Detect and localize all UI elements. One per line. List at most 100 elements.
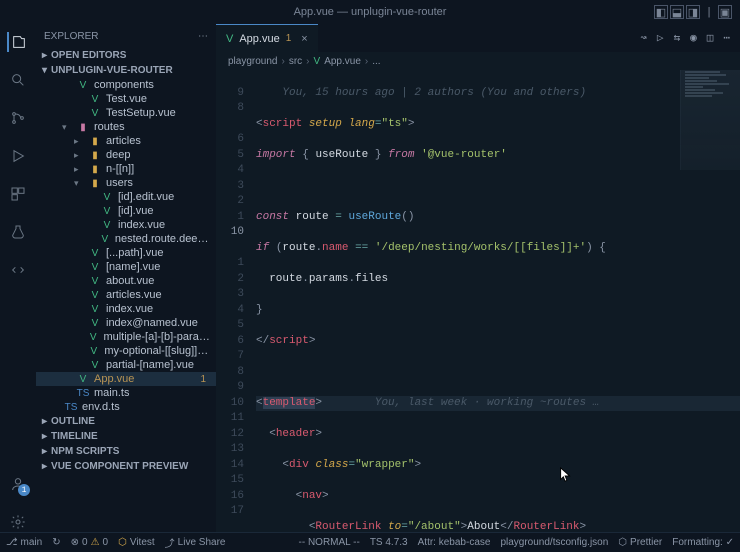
crumb-file[interactable]: App.vue [324,56,361,67]
run-debug-icon[interactable] [8,146,28,166]
explorer-icon[interactable] [7,32,27,52]
remote-icon[interactable] [8,260,28,280]
panel-left-icon[interactable]: ◧ [654,5,668,19]
tsconfig[interactable]: playground/tsconfig.json [500,537,608,548]
tree-item-index-vue[interactable]: Vindex.vue [36,302,216,316]
vue-icon: V [314,56,321,67]
vue-icon: V [99,234,111,245]
problems[interactable]: ⊗0 ⚠0 [71,537,108,548]
code-editor[interactable]: 98654321101234567891011121314151617 You,… [216,70,740,532]
status-bar: ⎇main ↻ ⊗0 ⚠0 ⬡Vitest ⤴Live Share -- NOR… [0,532,740,552]
tab-name: App.vue [239,33,279,45]
ts-icon: TS [76,388,90,399]
live-share[interactable]: ⤴Live Share [165,535,226,550]
compare-icon[interactable]: ⇆ [674,31,681,45]
tree-item-label: [id].edit.vue [118,191,174,203]
tree-item-articles[interactable]: ▸▮articles [36,134,216,148]
sidebar-title: EXPLORER [44,31,98,42]
panel-full-icon[interactable]: ▣ [718,5,732,19]
crumb-more[interactable]: ... [372,56,380,67]
vue-icon: V [87,346,100,357]
git-branch[interactable]: ⎇main [6,537,42,548]
folder-icon: ▮ [88,178,102,189]
tree-item-test-vue[interactable]: VTest.vue [36,92,216,106]
vue-icon: V [100,220,114,231]
tree-item-label: App.vue [94,373,134,385]
tree-item--name--vue[interactable]: V[name].vue [36,260,216,274]
crumb-playground[interactable]: playground [228,56,277,67]
vue-preview-icon[interactable]: ◉ [690,31,697,45]
crumb-src[interactable]: src [289,56,302,67]
tree-item-partial--name--vue[interactable]: Vpartial-[name].vue [36,358,216,372]
vue-icon: V [76,374,90,385]
attr-mode[interactable]: Attr: kebab-case [418,537,491,548]
root-folder-section[interactable]: ▾UNPLUGIN-VUE-ROUTER [36,63,216,78]
tree-item-testsetup-vue[interactable]: VTestSetup.vue [36,106,216,120]
tree-item-n---n--[interactable]: ▸▮n-[[n]] [36,162,216,176]
search-icon[interactable] [8,70,28,90]
tree-item-index-vue[interactable]: Vindex.vue [36,218,216,232]
close-tab-icon[interactable]: × [301,33,307,45]
tree-item-env-d-ts[interactable]: TSenv.d.ts [36,400,216,414]
chevron-icon: ▸ [74,150,84,161]
breadcrumb[interactable]: playground› src› V App.vue› ... [216,52,740,70]
tree-item-multiple--a---b--params---[interactable]: Vmultiple-[a]-[b]-params... [36,330,216,344]
tree-item-----path--vue[interactable]: V[...path].vue [36,246,216,260]
go-forward-icon[interactable]: ↝ [640,31,647,45]
tree-item-my-optional---slug---vue[interactable]: Vmy-optional-[[slug]].vue [36,344,216,358]
tree-item-routes[interactable]: ▾▮routes [36,120,216,134]
prettier[interactable]: ⬡Prettier [618,537,662,548]
extensions-icon[interactable] [8,184,28,204]
tree-item-about-vue[interactable]: Vabout.vue [36,274,216,288]
vue-icon: V [226,33,233,45]
tree-item-label: partial-[name].vue [106,359,194,371]
testing-icon[interactable] [8,222,28,242]
split-editor-icon[interactable]: ◫ [707,31,714,45]
sidebar-more-icon[interactable]: ⋯ [198,31,208,42]
outline-section[interactable]: ▸OUTLINE [36,414,216,429]
run-icon[interactable]: ▷ [657,31,664,45]
tree-item-label: deep [106,149,130,161]
ts-version[interactable]: TS 4.7.3 [370,537,408,548]
tree-item-label: articles [106,135,141,147]
tree-item-main-ts[interactable]: TSmain.ts [36,386,216,400]
tree-item-label: components [94,79,154,91]
npm-scripts-section[interactable]: ▸NPM SCRIPTS [36,444,216,459]
git-sync[interactable]: ↻ [52,537,60,548]
tree-item-index-named-vue[interactable]: Vindex@named.vue [36,316,216,330]
panel-right-icon[interactable]: ◨ [686,5,700,19]
vue-preview-section[interactable]: ▸VUE COMPONENT PREVIEW [36,459,216,474]
vue-icon: V [88,262,102,273]
editor-area: V App.vue 1 × ↝ ▷ ⇆ ◉ ◫ ⋯ playground› sr… [216,24,740,532]
tree-item-label: about.vue [106,275,154,287]
vue-icon: V [88,248,102,259]
tree-item-deep[interactable]: ▸▮deep [36,148,216,162]
tree-item--id--edit-vue[interactable]: V[id].edit.vue [36,190,216,204]
tree-item-users[interactable]: ▾▮users [36,176,216,190]
timeline-section[interactable]: ▸TIMELINE [36,429,216,444]
sidebar: EXPLORER ⋯ ▸OPEN EDITORS ▾UNPLUGIN-VUE-R… [36,24,216,532]
line-gutter: 98654321101234567891011121314151617 [216,70,256,532]
minimap[interactable] [680,70,740,170]
more-actions-icon[interactable]: ⋯ [723,31,730,45]
settings-gear-icon[interactable] [8,512,28,532]
formatting[interactable]: Formatting: ✓ [672,537,734,548]
vitest-status[interactable]: ⬡Vitest [118,537,155,548]
tree-item-articles-vue[interactable]: Varticles.vue [36,288,216,302]
open-editors-section[interactable]: ▸OPEN EDITORS [36,48,216,63]
tree-item-label: routes [94,121,125,133]
window-layout-controls[interactable]: ◧ ⬓ ◨ | ▣ [654,5,732,19]
source-control-icon[interactable] [8,108,28,128]
tree-item-app-vue[interactable]: VApp.vue1 [36,372,216,386]
accounts-icon[interactable]: 1 [8,474,28,494]
vue-icon: V [88,318,102,329]
tree-item-label: multiple-[a]-[b]-params... [103,331,210,343]
panel-bottom-icon[interactable]: ⬓ [670,5,684,19]
vue-icon: V [87,332,100,343]
tree-item-label: my-optional-[[slug]].vue [104,345,210,357]
tree-item-nested-route-deep-vue[interactable]: Vnested.route.deep.vue [36,232,216,246]
code-content[interactable]: You, 15 hours ago | 2 authors (You and o… [256,70,740,532]
tree-item-components[interactable]: Vcomponents [36,78,216,92]
tree-item--id--vue[interactable]: V[id].vue [36,204,216,218]
tab-app-vue[interactable]: V App.vue 1 × [216,24,318,52]
